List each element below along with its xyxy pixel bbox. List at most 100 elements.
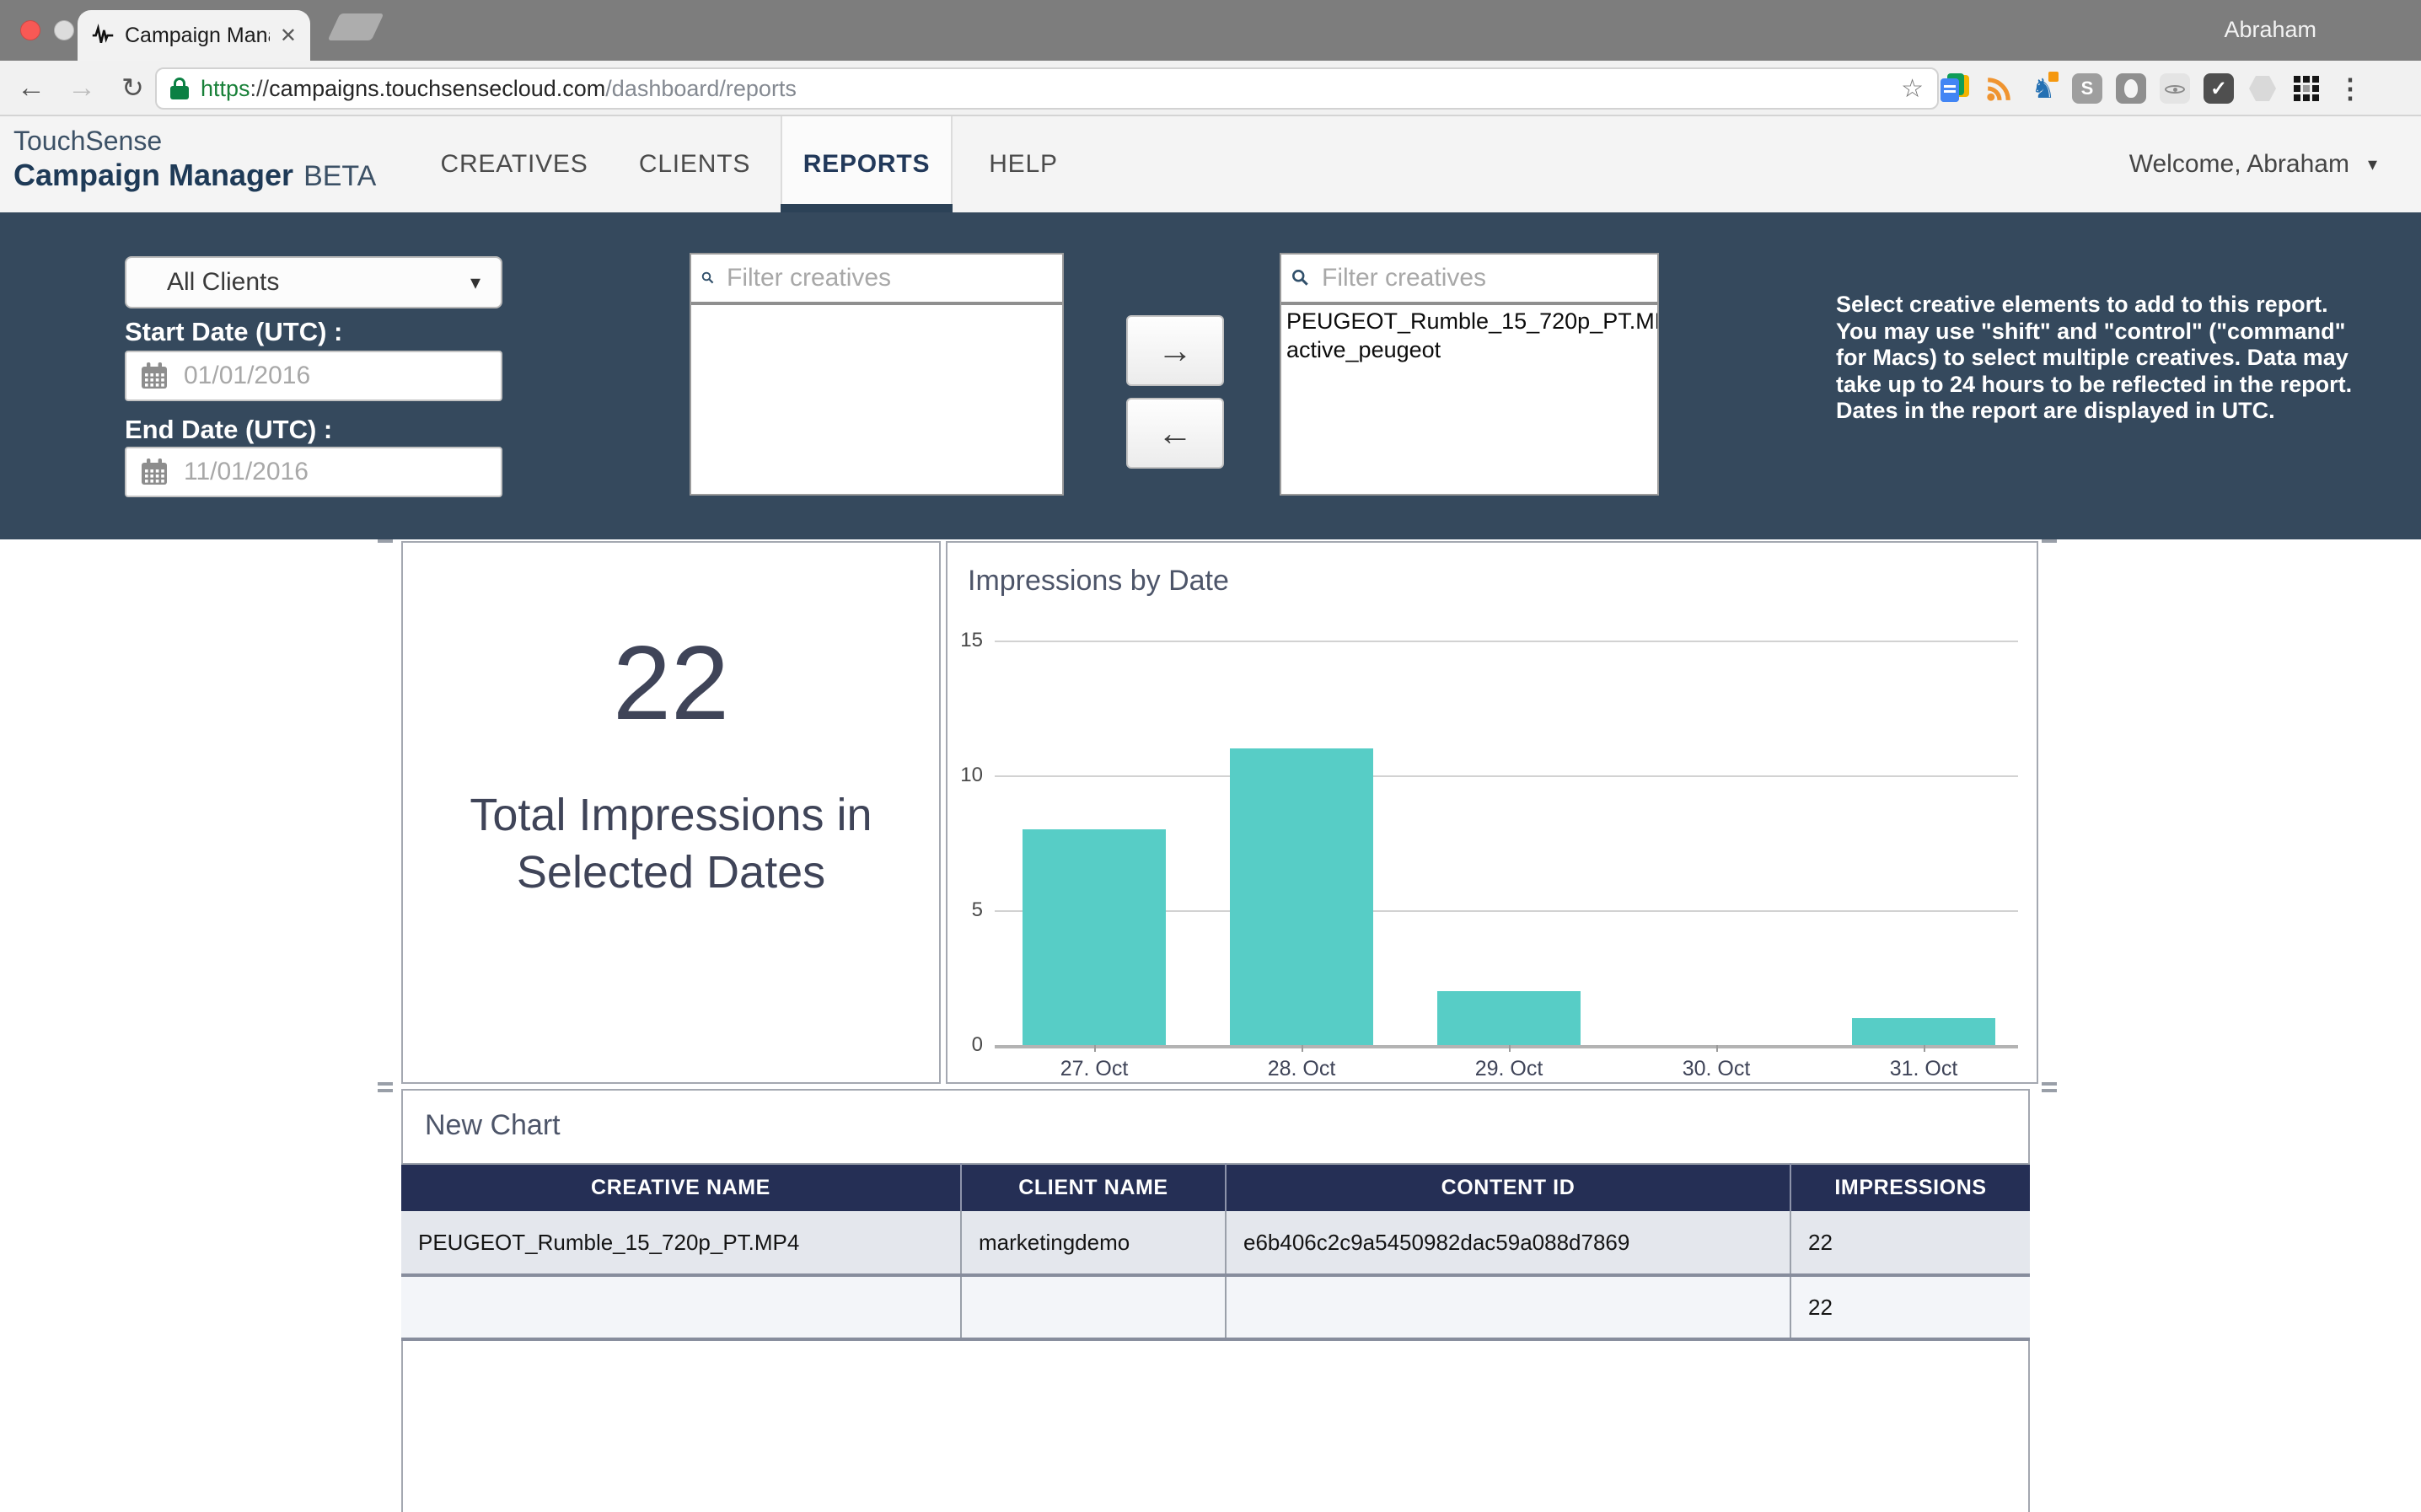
column-header-creative-name: CREATIVE NAME (401, 1164, 961, 1211)
start-date-field[interactable] (125, 351, 502, 401)
table-row: 22 (401, 1275, 2030, 1339)
chart-bar-27-oct[interactable] (1023, 829, 1166, 1045)
panel-dash (378, 1082, 393, 1086)
x-axis-label-31-oct: 31. Oct (1890, 1057, 1958, 1081)
x-axis-label-29-oct: 29. Oct (1475, 1057, 1543, 1081)
end-date-label: End Date (UTC) : (125, 415, 332, 445)
nav-tab-clients[interactable]: CLIENTS (639, 150, 750, 179)
search-icon (701, 265, 715, 292)
selected-creatives-box: PEUGEOT_Rumble_15_720p_PT.MP4active_peug… (1280, 253, 1659, 496)
address-bar[interactable]: https://campaigns.touchsensecloud.com/da… (155, 67, 1939, 110)
brand-line2: Campaign ManagerBETA (13, 157, 376, 194)
remove-creative-button[interactable]: ← (1126, 398, 1224, 469)
forward-button[interactable]: → (67, 69, 96, 106)
back-button[interactable]: ← (17, 69, 46, 106)
table-row: PEUGEOT_Rumble_15_720p_PT.MP4marketingde… (401, 1211, 2030, 1275)
x-axis-tick (1094, 1045, 1096, 1052)
gridline-y-10 (995, 775, 2018, 777)
new-tab-button[interactable] (328, 13, 384, 40)
browser-profile-name: Abraham (2224, 17, 2316, 43)
end-date-input[interactable] (184, 458, 462, 486)
start-date-label: Start Date (UTC) : (125, 317, 342, 347)
bar-chart: 05101527. Oct28. Oct29. Oct30. Oct31. Oc… (947, 543, 2040, 1086)
tab-close-icon[interactable]: ✕ (280, 24, 297, 48)
tab-title: Campaign Manager (125, 24, 270, 48)
google-docs-extension-icon[interactable] (1939, 72, 1973, 105)
bookmark-star-icon[interactable]: ☆ (1901, 74, 1924, 104)
y-axis-tick-label: 15 (947, 629, 983, 652)
aws-extension-icon[interactable]: ♞ (2026, 72, 2060, 105)
end-date-field[interactable] (125, 447, 502, 497)
column-header-content-id: CONTENT ID (1226, 1164, 1790, 1211)
available-creatives-search[interactable] (691, 255, 1062, 305)
browser-menu-icon[interactable]: ⋮ (2333, 72, 2367, 105)
arrow-left-icon: ← (1157, 413, 1193, 453)
minimize-window-button[interactable] (54, 20, 74, 40)
cell-client-name: marketingdemo (961, 1211, 1226, 1275)
x-axis-tick (1924, 1045, 1925, 1052)
y-axis-tick-label: 5 (947, 898, 983, 922)
panel-dash (2042, 539, 2057, 543)
user-menu[interactable]: Welcome, Abraham ▾ (2129, 150, 2377, 179)
x-axis-label-28-oct: 28. Oct (1268, 1057, 1336, 1081)
reload-button[interactable]: ↻ (121, 69, 144, 106)
inbox-extension-icon[interactable]: ✓ (2202, 72, 2236, 105)
x-axis-tick (1509, 1045, 1511, 1052)
selected-creatives-search[interactable] (1281, 255, 1657, 305)
chart-bar-31-oct[interactable] (1852, 1018, 1995, 1045)
nav-tab-reports[interactable]: REPORTS (803, 150, 931, 179)
creative-list-item[interactable]: active_peugeot (1281, 335, 1657, 364)
available-creatives-list (691, 305, 1062, 308)
cell-impressions: 22 (1790, 1211, 2030, 1275)
cell-content-id: e6b406c2c9a5450982dac59a088d7869 (1226, 1211, 1790, 1275)
arrow-right-icon: → (1157, 330, 1193, 371)
table-title: New Chart (425, 1109, 561, 1142)
react-extension-icon[interactable] (2158, 72, 2192, 105)
apps-grid-icon[interactable] (2289, 72, 2323, 105)
report-table: CREATIVE NAMECLIENT NAMECONTENT IDIMPRES… (401, 1163, 2030, 1341)
available-creatives-search-input[interactable] (727, 264, 1052, 292)
x-axis-tick (1302, 1045, 1303, 1052)
report-instructions: Select creative elements to add to this … (1836, 292, 2372, 425)
oval-extension-icon[interactable] (2114, 72, 2148, 105)
add-creative-button[interactable]: → (1126, 315, 1224, 386)
calendar-icon (140, 458, 169, 486)
chart-bar-28-oct[interactable] (1230, 748, 1373, 1045)
browser-titlebar: Campaign Manager ✕ Abraham (0, 0, 2421, 61)
rss-extension-icon[interactable] (1983, 72, 2016, 105)
client-select-dropdown[interactable]: All Clients ▾ (125, 256, 502, 308)
extensions-row: ♞ S ✓ ⋮ (1939, 69, 2367, 108)
beta-badge: BETA (303, 160, 376, 192)
nav-tab-creatives[interactable]: CREATIVES (440, 150, 588, 179)
close-window-button[interactable] (20, 20, 40, 40)
secure-lock-icon[interactable] (170, 78, 189, 99)
tab-favicon-waveform-icon (91, 24, 115, 47)
total-impressions-value: 22 (613, 624, 729, 743)
table-header-row: CREATIVE NAMECLIENT NAMECONTENT IDIMPRES… (401, 1164, 2030, 1211)
y-axis-tick-label: 10 (947, 764, 983, 787)
browser-tab[interactable]: Campaign Manager ✕ (78, 10, 310, 61)
s-logo-extension-icon[interactable]: S (2070, 72, 2104, 105)
brand-logo: TouchSense Campaign ManagerBETA (13, 125, 376, 194)
panel-dash (378, 1089, 393, 1092)
panel-dash (378, 539, 393, 543)
start-date-input[interactable] (184, 362, 462, 390)
y-axis-tick-label: 0 (947, 1033, 983, 1057)
selected-creatives-search-input[interactable] (1322, 264, 1647, 292)
brand-line1: TouchSense (13, 125, 376, 157)
chart-bar-29-oct[interactable] (1437, 991, 1581, 1045)
active-tab-underline (781, 204, 953, 212)
cell-client-name (961, 1275, 1226, 1339)
x-axis-tick (1716, 1045, 1718, 1052)
hexagon-extension-icon[interactable] (2246, 72, 2279, 105)
report-table-panel: New Chart CREATIVE NAMECLIENT NAMECONTEN… (401, 1089, 2030, 1512)
selected-creatives-list: PEUGEOT_Rumble_15_720p_PT.MP4active_peug… (1281, 305, 1657, 366)
creative-list-item[interactable]: PEUGEOT_Rumble_15_720p_PT.MP4 (1281, 307, 1657, 335)
cell-content-id (1226, 1275, 1790, 1339)
cell-impressions: 22 (1790, 1275, 2030, 1339)
total-impressions-panel: 22 Total Impressions in Selected Dates (401, 541, 941, 1084)
table-body: PEUGEOT_Rumble_15_720p_PT.MP4marketingde… (401, 1211, 2030, 1339)
nav-tab-help[interactable]: HELP (989, 150, 1058, 179)
x-axis-label-30-oct: 30. Oct (1683, 1057, 1751, 1081)
client-select-value: All Clients (167, 268, 279, 297)
